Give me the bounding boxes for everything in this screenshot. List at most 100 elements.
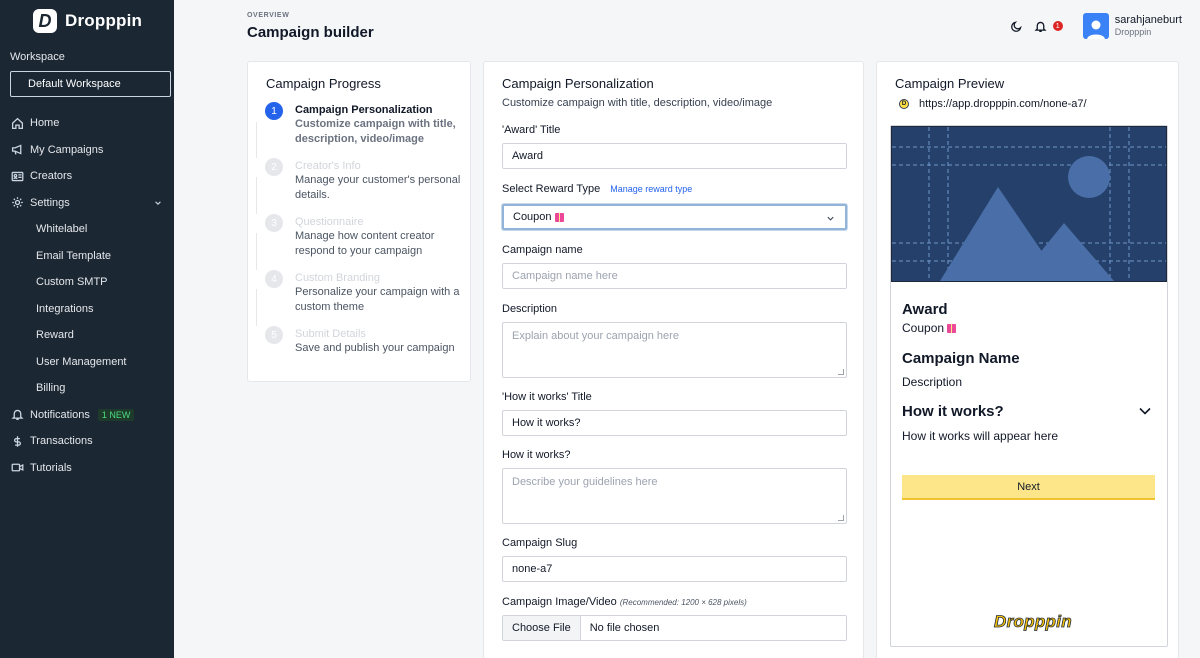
card-title: Campaign Preview — [895, 76, 1005, 91]
reward-type-value: Coupon — [513, 211, 552, 223]
sidebar-item-email-template[interactable]: Email Template — [0, 243, 174, 270]
user-name: sarahjaneburt — [1114, 14, 1182, 26]
brand-logo-icon: D — [33, 9, 57, 33]
step-number: 1 — [265, 102, 283, 120]
sidebar-item-label: Settings — [30, 196, 70, 209]
step-desc: Manage your customer's personal details. — [295, 174, 461, 201]
step-title: Creator's Info — [295, 160, 361, 172]
campaign-name-input[interactable]: Campaign name here — [502, 263, 847, 289]
page-title: Campaign builder — [247, 24, 374, 41]
sidebar-item-creators[interactable]: Creators — [0, 163, 174, 190]
bell-icon[interactable] — [1033, 18, 1049, 34]
brand-name: Dropppin — [65, 11, 143, 30]
resize-handle-icon[interactable] — [838, 515, 844, 521]
sidebar-item-transactions[interactable]: Transactions — [0, 428, 174, 455]
user-org: Dropppin — [1114, 27, 1152, 37]
reward-type-select[interactable]: Coupon — [502, 204, 847, 230]
how-title-label: 'How it works' Title — [502, 391, 592, 403]
choose-file-button[interactable]: Choose File — [503, 616, 581, 640]
step-desc: Manage how content creator respond to yo… — [295, 230, 435, 257]
campaign-media-label: Campaign Image/Video (Recommended: 1200 … — [502, 596, 747, 608]
description-label: Description — [502, 303, 558, 315]
sidebar-item-label: Home — [30, 117, 60, 130]
favicon-icon: D — [899, 99, 909, 109]
sidebar-item-user-management[interactable]: User Management — [0, 349, 174, 376]
dollar-icon — [10, 434, 24, 448]
sidebar-item-tutorials[interactable]: Tutorials — [0, 455, 174, 482]
workspace-label: Workspace — [10, 51, 65, 63]
sidebar-item-label: Notifications — [30, 408, 90, 421]
how-title-input[interactable]: How it works? — [502, 410, 847, 436]
step-connector — [256, 177, 257, 214]
brand[interactable]: D Dropppin — [33, 8, 142, 34]
campaign-media-file-input[interactable]: Choose File No file chosen — [502, 615, 847, 641]
sidebar-item-billing[interactable]: Billing — [0, 375, 174, 402]
reward-type-label: Select Reward Type Manage reward type — [502, 183, 692, 195]
sidebar-nav: Home My Campaigns Creators Settings Whit… — [0, 110, 174, 481]
preview-campaign-name: Campaign Name — [902, 350, 1020, 367]
campaign-slug-input[interactable]: none-a7 — [502, 556, 847, 582]
new-badge: 1 NEW — [97, 408, 135, 421]
how-it-works-placeholder: Describe your guidelines here — [512, 476, 658, 488]
preview-how-title: How it works? — [902, 403, 1004, 420]
campaign-media-hint: (Recommended: 1200 × 628 pixels) — [619, 598, 747, 607]
how-it-works-textarea[interactable]: Describe your guidelines here — [502, 468, 847, 524]
sidebar-item-notifications[interactable]: Notifications 1 NEW — [0, 402, 174, 429]
gear-icon — [10, 196, 24, 210]
card-title: Campaign Progress — [266, 76, 381, 91]
dropppin-logo: Dropppin — [994, 612, 1072, 632]
sidebar-item-reward[interactable]: Reward — [0, 322, 174, 349]
resize-handle-icon[interactable] — [838, 369, 844, 375]
step-connector — [256, 289, 257, 326]
file-status: No file chosen — [589, 622, 660, 634]
sidebar-item-label: Billing — [36, 382, 66, 395]
sidebar-item-home[interactable]: Home — [0, 110, 174, 137]
chevron-down-icon[interactable] — [1139, 407, 1151, 415]
description-textarea[interactable]: Explain about your campaign here — [502, 322, 847, 378]
sidebar-item-integrations[interactable]: Integrations — [0, 296, 174, 323]
preview-url[interactable]: D https://app.dropppin.com/none-a7/ — [899, 98, 1087, 110]
award-title-input[interactable]: Award — [502, 143, 847, 169]
video-icon — [10, 461, 24, 475]
chevron-down-icon — [155, 200, 161, 205]
step-connector — [256, 122, 257, 158]
step-number: 5 — [265, 326, 283, 344]
preview-reward-type: Coupon — [902, 321, 957, 335]
preview-frame: Award Coupon Campaign Name Description H… — [890, 125, 1168, 647]
step-title: Submit Details — [295, 328, 366, 340]
description-placeholder: Explain about your campaign here — [512, 330, 679, 342]
workspace-selector[interactable]: Default Workspace — [10, 71, 171, 97]
user-menu[interactable]: sarahjaneburt Dropppin — [1115, 14, 1182, 38]
card-subtitle: Customize campaign with title, descripti… — [502, 97, 773, 109]
preview-description: Description — [902, 375, 963, 389]
user-icon — [1086, 20, 1105, 39]
bell-icon — [10, 408, 24, 422]
sidebar: D Dropppin Workspace Default Workspace H… — [0, 0, 174, 658]
sidebar-item-label: Integrations — [36, 302, 94, 315]
sidebar-item-label: Email Template — [36, 249, 111, 262]
avatar[interactable] — [1082, 13, 1109, 39]
sidebar-item-settings[interactable]: Settings — [0, 190, 174, 217]
moon-icon[interactable] — [1009, 18, 1025, 34]
megaphone-icon — [10, 143, 24, 157]
preview-how-text: How it works will appear here — [902, 429, 1059, 443]
gift-icon — [554, 212, 564, 222]
header-actions: 1 sarahjaneburt Dropppin — [1009, 13, 1182, 39]
chevron-down-icon — [827, 216, 834, 221]
sidebar-item-label: Reward — [36, 329, 74, 342]
manage-reward-type-link[interactable]: Manage reward type — [610, 184, 692, 194]
sidebar-item-label: Tutorials — [30, 461, 72, 474]
sidebar-item-label: Creators — [30, 170, 73, 183]
next-button[interactable]: Next — [902, 475, 1155, 500]
preview-url-text: https://app.dropppin.com/none-a7/ — [919, 98, 1087, 110]
sidebar-item-label: Custom SMTP — [36, 276, 108, 289]
sidebar-item-my-campaigns[interactable]: My Campaigns — [0, 137, 174, 164]
reward-type-label-text: Select Reward Type — [502, 183, 601, 195]
sidebar-item-label: Whitelabel — [36, 223, 88, 236]
campaign-media-label-text: Campaign Image/Video — [502, 596, 617, 608]
sidebar-item-custom-smtp[interactable]: Custom SMTP — [0, 269, 174, 296]
page-overline: OVERVIEW — [247, 12, 290, 19]
preview-award-title: Award — [902, 301, 948, 318]
step-desc: Personalize your campaign with a custom … — [295, 286, 460, 313]
sidebar-item-whitelabel[interactable]: Whitelabel — [0, 216, 174, 243]
